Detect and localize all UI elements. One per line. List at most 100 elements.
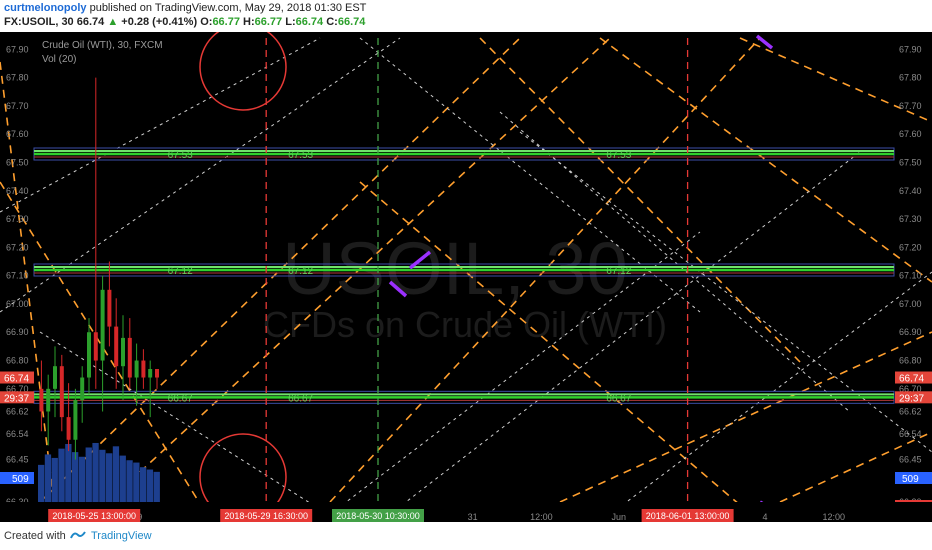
x-tick-5: 4 [762,512,767,522]
created-with-text: Created with [4,530,66,542]
y-tick-left-9: 67.00 [6,299,29,309]
chart-header: curtmelonopoly published on TradingView.… [0,0,932,32]
candle-body[interactable] [141,360,146,378]
author-link[interactable]: curtmelonopoly [4,2,87,14]
candle-body[interactable] [114,326,119,367]
volume-bar [72,452,79,502]
volume-bar [65,444,72,502]
open-label: O: [200,16,213,28]
close-label: C: [326,16,338,28]
y-tick-right-8: 67.10 [899,271,922,281]
candle-body[interactable] [148,369,153,378]
watermark-description: CFDs on Crude Oil (WTI) [263,304,667,345]
y-tick-left-6: 67.30 [6,214,29,224]
volume-bar [78,456,86,502]
volume-bar [85,447,92,502]
published-text: published on TradingView.com, May 29, 20… [89,2,367,14]
y-tick-right-4: 67.50 [899,157,922,167]
last-price: 66.74 [76,16,105,28]
candle-body[interactable] [73,400,78,440]
volume-bar [140,467,147,502]
low-label: L: [285,16,296,28]
price-badge-right-text-1: 29:37 [899,393,924,404]
y-tick-right-1: 67.80 [899,73,922,83]
y-tick-left-2: 67.70 [6,101,29,111]
y-tick-left-10: 66.90 [6,327,29,337]
volume-bar [106,453,113,502]
candle-body[interactable] [66,417,71,440]
y-tick-right-3: 67.60 [899,129,922,139]
y-tick-left-5: 67.40 [6,186,29,196]
y-tick-right-5: 67.40 [899,186,922,196]
candle-body[interactable] [134,360,139,378]
y-tick-right-14: 66.54 [899,429,922,439]
chart-area[interactable]: USOIL, 30 CFDs on Crude Oil (WTI) 67.53 67.… [0,32,932,522]
volume-bar [99,449,106,502]
low-value: 66.74 [295,16,324,28]
band-label-2-2: 66.67 [606,393,631,404]
y-tick-right-9: 67.00 [899,299,922,309]
y-tick-right-13: 66.62 [899,406,922,416]
candle-body[interactable] [87,332,91,378]
x-tick-3: 12:00 [530,512,553,522]
band-label-0-0: 67.53 [168,150,193,161]
change-value: +0.28 (+0.41%) [121,16,198,28]
band-label-1-2: 67.12 [606,266,631,277]
volume-bar [38,464,45,502]
band-label-2-0: 66.67 [168,393,193,404]
high-label: H: [243,16,255,28]
volume-bar [146,469,154,502]
band-label-1-1: 67.12 [288,266,313,277]
y-tick-left-3: 67.60 [6,129,29,139]
legend-volume: Vol (20) [42,54,76,65]
date-badge-text-0: 2018-05-25 13:00:00 [52,511,136,521]
volume-bar [126,460,133,502]
volume-badge-left-text: 509 [12,474,29,485]
date-badge-text-2: 2018-05-30 10:30:00 [336,511,420,521]
x-tick-4: Jun [612,512,627,522]
band-label-2-1: 66.67 [288,393,313,404]
watermark-symbol: USOIL, 30 [282,227,628,310]
candle-body[interactable] [53,366,57,389]
candle-body[interactable] [121,337,125,367]
y-tick-left-1: 67.80 [6,73,29,83]
candle-body[interactable] [100,289,105,361]
y-tick-left-8: 67.10 [6,271,29,281]
price-chart[interactable]: USOIL, 30CFDs on Crude Oil (WTI) 67.53 67.… [0,32,932,522]
band-label-1-0: 67.12 [168,266,193,277]
footer: Created with TradingView [0,522,932,550]
volume-bar [112,446,120,502]
candle-body[interactable] [107,289,112,327]
y-tick-right-6: 67.30 [899,214,922,224]
symbol-label: FX:USOIL, 30 [4,16,74,28]
candle-body[interactable] [80,377,85,401]
ohlc-readout: FX:USOIL, 30 66.74 ▲ +0.28 (+0.41%) O:66… [4,16,365,28]
volume-bar [119,455,126,502]
y-tick-left-0: 67.90 [6,44,29,54]
volume-bar [92,442,99,502]
open-value: 66.77 [212,16,240,28]
volume-bar [58,448,65,502]
price-badge-left-text-1: 29:37 [4,393,29,404]
y-tick-right-15: 66.45 [899,455,922,465]
volume-badge-right-text: 509 [902,474,919,485]
y-tick-left-14: 66.54 [6,429,29,439]
candle-body[interactable] [39,388,44,412]
candle-body[interactable] [127,337,132,378]
candle-body[interactable] [93,332,98,361]
tradingview-brand-link[interactable]: TradingView [91,530,152,542]
x-tick-6: 12:00 [823,512,846,522]
candle-body[interactable] [46,388,51,412]
y-tick-left-15: 66.45 [6,455,29,465]
tradingview-logo-icon [70,531,86,539]
price-badge-right-text-0: 66.74 [899,374,924,385]
candle-body[interactable] [155,369,159,378]
volume-bar [153,471,160,502]
date-badge-text-1: 2018-05-29 16:30:00 [224,511,308,521]
close-value: 66.74 [337,16,366,28]
candle-body[interactable] [59,366,64,418]
y-tick-left-11: 66.80 [6,356,29,366]
volume-bar [44,454,52,502]
y-tick-right-2: 67.70 [899,101,922,111]
y-tick-left-4: 67.50 [6,157,29,167]
